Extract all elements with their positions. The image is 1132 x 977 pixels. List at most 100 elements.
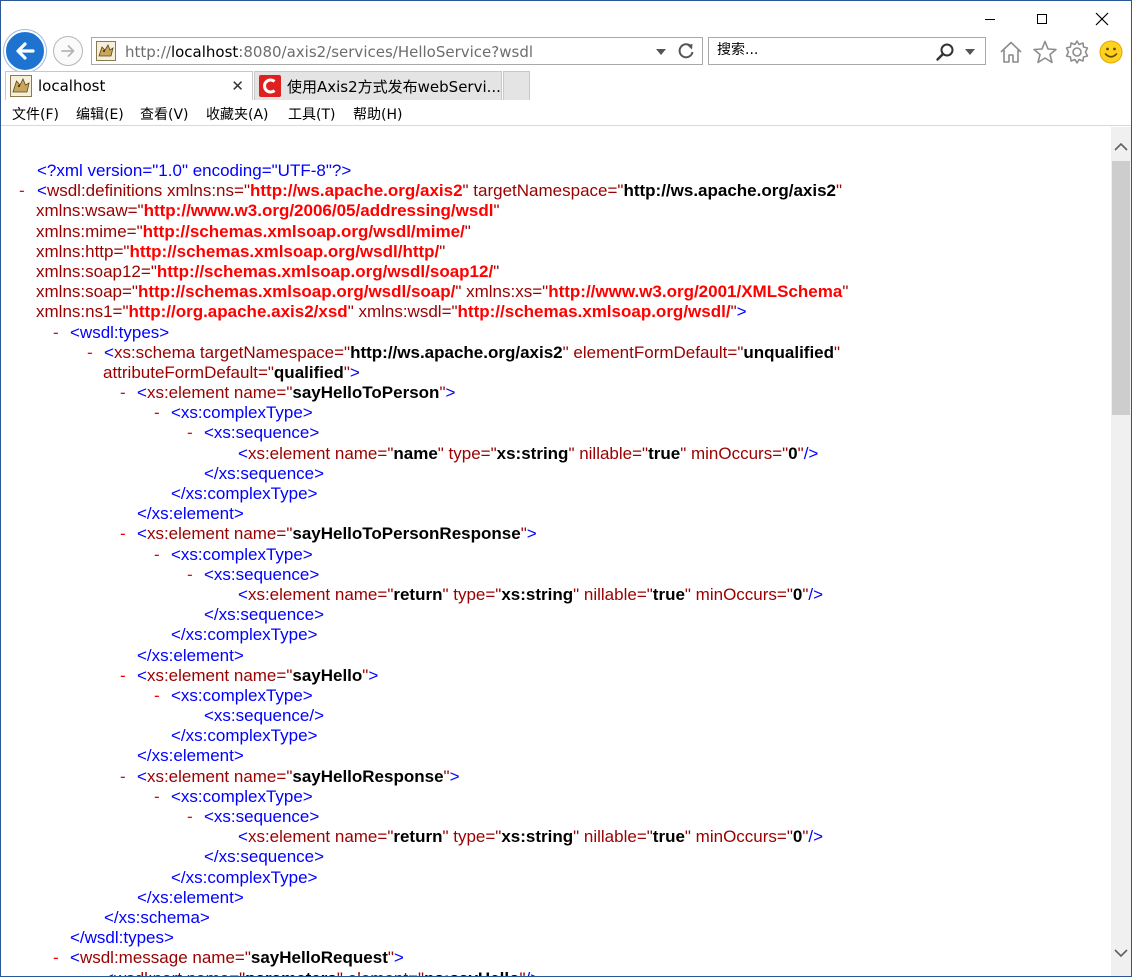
xml-token: xs:element name=": [247, 827, 394, 847]
xml-token: xs:string: [501, 584, 574, 604]
collapse-toggle[interactable]: -: [120, 767, 126, 787]
forward-button[interactable]: [53, 36, 83, 66]
xml-token: <: [137, 766, 147, 786]
xml-token: wsdl:part name=": [114, 969, 245, 977]
forward-arrow-icon: [61, 45, 75, 57]
xml-line-text: </xs:sequence>: [204, 847, 324, 867]
browser-window: http://localhost:8080/axis2/services/Hel…: [0, 0, 1132, 977]
minimize-button[interactable]: [967, 1, 1013, 37]
xml-token: unqualified: [743, 342, 835, 362]
page-content: <?xml version="1.0" encoding="UTF-8"?> - <…: [1, 127, 1111, 977]
xml-token: xs:element name=": [247, 443, 394, 463]
xml-token: wsdl:message name=": [79, 948, 251, 968]
xml-token: http://schemas.xmlsoap.org/wsdl/http/: [129, 241, 440, 261]
back-button[interactable]: [4, 30, 46, 72]
scroll-down-button[interactable]: [1111, 943, 1131, 963]
collapse-toggle[interactable]: -: [120, 383, 126, 403]
xml-token: </xs:element>: [137, 645, 244, 665]
xml-token: <: [238, 443, 248, 463]
xml-token: " nillable=": [573, 827, 653, 847]
search-dropdown-icon[interactable]: [965, 49, 975, 55]
tab-close-icon[interactable]: ✕: [231, 77, 244, 95]
xml-token: </xs:sequence>: [204, 463, 325, 483]
xml-token: </xs:element>: [137, 887, 244, 907]
xml-token: return: [393, 827, 443, 847]
menu-view[interactable]: 查看(V): [140, 104, 189, 124]
xml-line-text: <xs:element name="sayHello">: [137, 666, 378, 686]
menu-edit[interactable]: 编辑(E): [76, 104, 124, 124]
address-bar[interactable]: http://localhost:8080/axis2/services/Hel…: [91, 37, 703, 65]
vertical-scrollbar[interactable]: [1111, 127, 1131, 976]
xml-token: xmlns:ns1=": [36, 302, 129, 322]
home-button[interactable]: [997, 38, 1025, 66]
search-icon[interactable]: [935, 42, 955, 62]
tools-button[interactable]: [1063, 38, 1091, 66]
favorites-button[interactable]: [1031, 38, 1059, 66]
collapse-toggle[interactable]: -: [187, 807, 193, 827]
collapse-toggle[interactable]: -: [53, 948, 59, 968]
xml-line-text: </xs:element>: [137, 646, 244, 666]
xml-token: ": [834, 342, 841, 362]
collapse-toggle[interactable]: -: [87, 343, 93, 363]
menu-help[interactable]: 帮助(H): [353, 104, 402, 124]
xml-token: xs:element name=": [247, 584, 394, 604]
xml-token: qualified: [273, 362, 344, 382]
xml-token: xs:element name=": [146, 383, 293, 403]
maximize-button[interactable]: [1019, 1, 1065, 37]
collapse-toggle[interactable]: -: [53, 323, 59, 343]
menu-tools[interactable]: 工具(T): [288, 104, 335, 124]
xml-line-text: <xs:sequence>: [204, 807, 319, 827]
xml-token: >: [445, 383, 456, 403]
search-input[interactable]: [717, 42, 927, 58]
xml-token: <: [238, 827, 248, 847]
scroll-up-button[interactable]: [1111, 137, 1131, 157]
collapse-toggle[interactable]: -: [120, 666, 126, 686]
refresh-icon[interactable]: [676, 41, 696, 61]
xml-token: " xmlns:wsdl=": [347, 302, 458, 322]
menu-file[interactable]: 文件(F): [12, 104, 59, 124]
xml-token: <xs:sequence>: [204, 807, 320, 826]
xml-token: <xs:complexType>: [171, 685, 313, 705]
xml-token: </xs:complexType>: [171, 625, 318, 645]
xml-token: <xs:complexType>: [171, 403, 313, 423]
collapse-toggle[interactable]: -: [154, 545, 160, 565]
xml-token: " elementFormDefault=": [562, 342, 744, 362]
chevron-down-icon[interactable]: [656, 49, 666, 55]
collapse-toggle[interactable]: -: [154, 787, 160, 807]
xml-token: ": [439, 241, 446, 261]
menu-favorites[interactable]: 收藏夹(A): [206, 104, 269, 124]
xml-token: xs:string: [496, 443, 569, 463]
collapse-toggle[interactable]: -: [19, 181, 25, 201]
chevron-up-icon: [1114, 142, 1128, 151]
xml-token: ": [493, 261, 500, 281]
xml-line-text: <wsdl:part name="parameters" element="ns…: [104, 969, 540, 977]
xml-token: " element=": [337, 969, 424, 977]
close-window-button[interactable]: [1079, 1, 1125, 37]
feedback-button[interactable]: [1097, 38, 1125, 66]
xml-line-text: </wsdl:types>: [70, 928, 174, 948]
tab-axis2-article[interactable]: 使用Axis2方式发布webServi...: [254, 71, 502, 100]
new-tab-button[interactable]: [503, 71, 530, 100]
xml-token: </xs:complexType>: [171, 726, 318, 746]
xml-line-text: <xs:element name="sayHelloToPerson">: [137, 383, 455, 403]
address-url[interactable]: http://localhost:8080/axis2/services/Hel…: [125, 43, 533, 61]
tab-localhost[interactable]: localhost ✕: [5, 71, 253, 100]
xml-token: parameters: [245, 969, 337, 977]
xml-token: <: [37, 181, 47, 201]
xml-token: " nillable=": [573, 584, 653, 604]
xml-token: >: [349, 362, 360, 382]
scroll-thumb[interactable]: [1112, 161, 1130, 415]
xml-token: <: [238, 584, 248, 604]
collapse-toggle[interactable]: -: [187, 565, 193, 585]
chevron-down-icon: [1114, 949, 1128, 958]
xml-token: ": [836, 181, 843, 201]
xml-line-text: xmlns:mime="http://schemas.xmlsoap.org/w…: [36, 222, 471, 242]
collapse-toggle[interactable]: -: [154, 403, 160, 423]
collapse-toggle[interactable]: -: [187, 423, 193, 443]
xml-token: xs:string: [501, 827, 574, 847]
xml-token: sayHelloResponse: [292, 766, 444, 786]
collapse-toggle[interactable]: -: [120, 524, 126, 544]
search-box[interactable]: [708, 37, 986, 65]
collapse-toggle[interactable]: -: [154, 686, 160, 706]
xml-token: " minOccurs=": [684, 584, 793, 604]
